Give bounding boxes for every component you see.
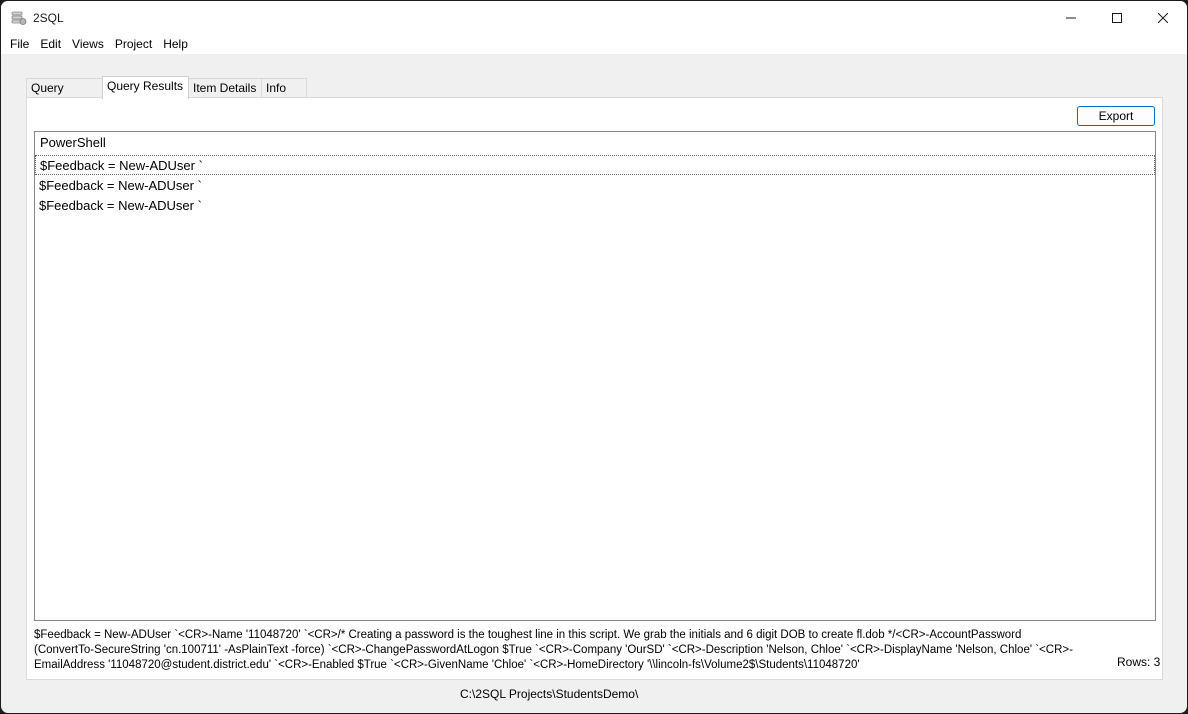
app-window: 2SQL File Edit Views Project Help Query … (1, 1, 1187, 713)
menu-bar: File Edit Views Project Help (1, 34, 1187, 54)
table-row[interactable]: $Feedback = New-ADUser ` (35, 176, 1155, 196)
maximize-button[interactable] (1094, 1, 1140, 34)
database-stack-icon (11, 10, 27, 26)
window-title: 2SQL (33, 11, 64, 25)
table-row[interactable]: $Feedback = New-ADUser ` (35, 196, 1155, 216)
menu-file[interactable]: File (1, 34, 34, 54)
close-icon (1158, 12, 1168, 23)
rows-count: Rows: 3 (1117, 655, 1161, 669)
close-button[interactable] (1140, 1, 1186, 34)
menu-help[interactable]: Help (157, 34, 193, 54)
export-button[interactable]: Export (1077, 106, 1155, 126)
column-header-powershell[interactable]: PowerShell (35, 132, 1155, 154)
tab-item-details[interactable]: Item Details (188, 78, 262, 98)
menu-project[interactable]: Project (109, 34, 157, 54)
selected-row-detail: $Feedback = New-ADUser `<CR>-Name '11048… (34, 629, 1073, 671)
tab-info[interactable]: Info (261, 78, 307, 98)
menu-views[interactable]: Views (66, 34, 109, 54)
query-results-panel: Export PowerShell $Feedback = New-ADUser… (26, 97, 1163, 680)
results-grid[interactable]: PowerShell $Feedback = New-ADUser ` $Fee… (34, 131, 1156, 621)
minimize-button[interactable] (1048, 1, 1094, 34)
title-bar[interactable]: 2SQL (1, 1, 1187, 34)
menu-edit[interactable]: Edit (34, 34, 66, 54)
maximize-icon (1112, 12, 1122, 23)
tab-query-results[interactable]: Query Results (102, 76, 189, 99)
project-path: C:\2SQL Projects\StudentsDemo\ (460, 687, 639, 701)
table-row[interactable]: $Feedback = New-ADUser ` (35, 155, 1155, 175)
tab-query-editor[interactable]: Query Editor (26, 78, 103, 113)
minimize-icon (1066, 17, 1076, 18)
